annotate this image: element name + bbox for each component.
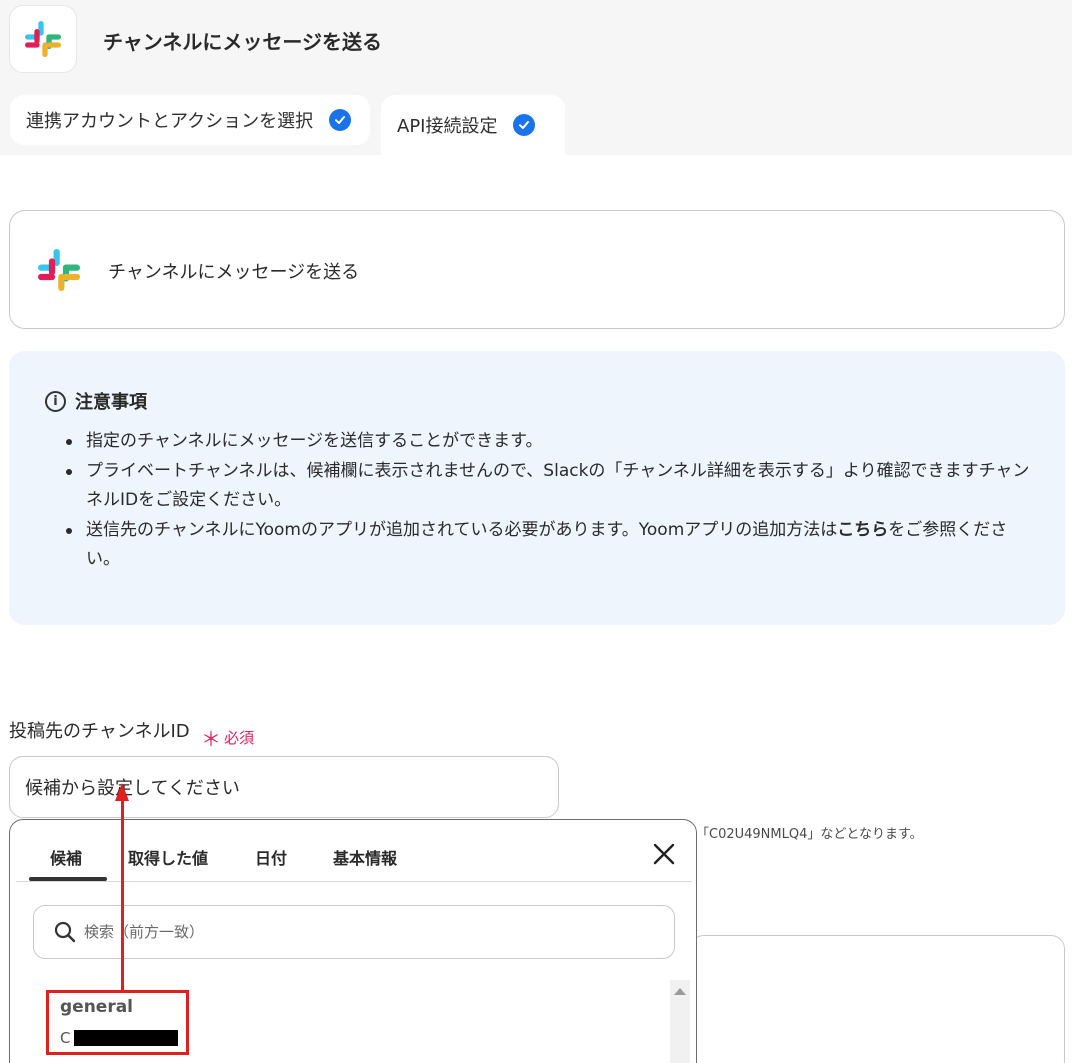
notice-list: 指定のチャンネルにメッセージを送信することができます。 プライベートチャンネルは… (65, 427, 1035, 575)
arrow-head-icon (115, 783, 129, 801)
channel-id-select[interactable]: 候補から設定してください (9, 756, 559, 818)
dd-tab-fetched-values[interactable]: 取得した値 (128, 845, 208, 869)
field-label: 投稿先のチャンネルID (9, 721, 190, 742)
dd-tab-date[interactable]: 日付 (255, 845, 287, 869)
field-hint: ば「C02U49NMLQ4」などとなります。 (683, 827, 923, 842)
tab-account-action[interactable]: 連携アカウントとアクションを選択 (10, 95, 370, 145)
dd-tab-basic-info[interactable]: 基本情報 (333, 845, 397, 869)
tab-label: API接続設定 (397, 116, 498, 137)
check-circle-icon (329, 109, 352, 131)
dropdown-tabs: 候補 取得した値 日付 基本情報 (10, 820, 696, 882)
highlight-box (46, 990, 189, 1055)
notice-item: プライベートチャンネルは、候補欄に表示されませんので、Slackの「チャンネル詳… (65, 457, 1035, 516)
tab-label: 連携アカウントとアクションを選択 (26, 111, 314, 132)
info-icon: i (45, 390, 66, 412)
notice-title: i 注意事項 (45, 388, 147, 414)
slack-logo-icon (25, 21, 61, 57)
notice-item: 指定のチャンネルにメッセージを送信することができます。 (65, 427, 1035, 457)
scroll-up-arrow-icon[interactable] (674, 988, 686, 995)
next-field-box (690, 935, 1065, 1063)
dd-tab-candidates[interactable]: 候補 (50, 845, 82, 869)
annotation-arrow (121, 800, 124, 990)
required-badge: ＊必須 (201, 727, 255, 751)
search-icon (54, 921, 76, 943)
app-icon-box (9, 5, 77, 73)
divider (16, 881, 692, 882)
slack-logo-icon (38, 249, 80, 291)
action-label: チャンネルにメッセージを送る (108, 262, 360, 283)
action-summary-card: チャンネルにメッセージを送る (9, 210, 1065, 329)
help-link[interactable]: こちら (837, 520, 888, 540)
notice-item: 送信先のチャンネルにYoomのアプリが追加されている必要があります。Yoomアプ… (65, 516, 1035, 575)
page-title: チャンネルにメッセージを送る (103, 30, 382, 54)
notice-box: i 注意事項 指定のチャンネルにメッセージを送信することができます。 プライベー… (9, 351, 1065, 625)
search-field[interactable] (33, 905, 675, 959)
page: チャンネルにメッセージを送る 連携アカウントとアクションを選択 API接続設定 … (0, 0, 1072, 1063)
close-icon[interactable] (650, 840, 678, 868)
tab-api-settings[interactable]: API接続設定 (381, 95, 565, 155)
check-circle-icon (513, 114, 536, 136)
search-input[interactable] (84, 923, 644, 941)
